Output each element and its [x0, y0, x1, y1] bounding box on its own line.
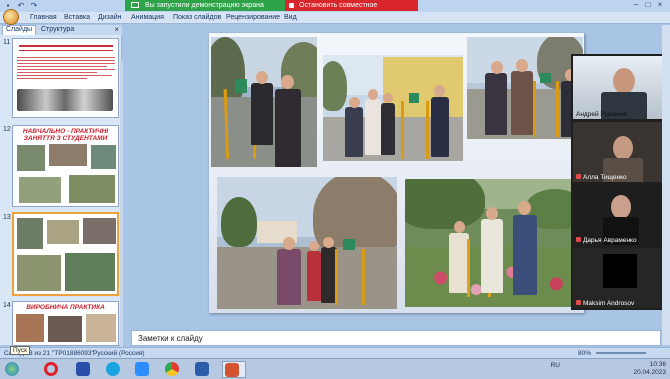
notes-placeholder: Заметки к слайду: [138, 334, 203, 343]
clock-time[interactable]: 10:36: [626, 361, 666, 368]
ribbon-tabs: Главная Вставка Дизайн Анимация Показ сл…: [0, 9, 670, 25]
participant-tile[interactable]: Алла Тищенко: [573, 122, 666, 182]
slide-scrollbar[interactable]: [662, 25, 670, 345]
save-disk-icon[interactable]: [74, 361, 92, 378]
taskbar: RU 10:36 20.04.2023: [0, 358, 670, 379]
photo-surveying-4: [217, 177, 397, 309]
participant-name: Дарья Авраменко: [576, 237, 637, 244]
share-notice-text: Вы запустили демонстрацию экрана: [145, 2, 264, 9]
tab-review[interactable]: Рецензирование: [226, 14, 280, 21]
tab-outline[interactable]: Структура: [38, 26, 77, 33]
title-bar: ▪ ↶ ↷ Вы запустили демонстрацию экрана О…: [0, 0, 670, 20]
tab-animation[interactable]: Анимация: [131, 14, 164, 21]
powerpoint-window: ▪ ↶ ↷ Вы запустили демонстрацию экрана О…: [0, 0, 670, 379]
stop-sharing-button[interactable]: Остановить совместное использование: [285, 0, 418, 20]
close-icon[interactable]: ×: [654, 0, 666, 9]
window-controls: – □ ×: [630, 0, 666, 11]
start-tooltip: Пуск: [10, 346, 30, 355]
chrome-icon[interactable]: [163, 361, 181, 378]
language-indicator[interactable]: Русский (Россия): [93, 350, 145, 357]
slide-thumbnail-title: ВИРОБНИЧА ПРАКТИКА: [26, 304, 105, 311]
tab-view[interactable]: Вид: [284, 14, 297, 21]
slide-editor: [124, 25, 584, 330]
office-button[interactable]: [3, 9, 19, 25]
tab-home[interactable]: Главная: [30, 14, 57, 21]
slide-number: 11: [3, 39, 11, 46]
video-conference-panel: Андрей Романча Алла Тищенко Дарья Авраме…: [571, 54, 668, 310]
current-slide[interactable]: [209, 33, 584, 313]
redo-icon[interactable]: ↷: [29, 1, 39, 11]
tab-slides[interactable]: Слайды: [2, 25, 37, 35]
tab-design[interactable]: Дизайн: [98, 14, 122, 21]
pane-tabs: Слайды Структура ×: [0, 25, 122, 35]
opera-icon[interactable]: [42, 361, 60, 378]
slide-number: 13: [3, 214, 11, 221]
status-bar: Слайд 13 из 21 "TP01886093" Русский (Рос…: [0, 347, 670, 358]
powerpoint-taskbar-icon[interactable]: [222, 361, 246, 378]
participant-name: Maksim Androsov: [576, 300, 634, 307]
zoom-level[interactable]: 80%: [578, 350, 591, 357]
zoom-slider[interactable]: [596, 352, 646, 354]
theme-name: "TP01886093": [52, 350, 94, 357]
word-icon[interactable]: [193, 361, 211, 378]
slides-pane: Слайды Структура × 11 12 НАВЧАЛЬНО - ПРА…: [0, 25, 123, 365]
slide-thumbnail-13[interactable]: [12, 212, 119, 296]
minimize-icon[interactable]: –: [630, 0, 642, 9]
clock-date[interactable]: 20.04.2023: [626, 369, 666, 376]
slide-thumbnail-12[interactable]: НАВЧАЛЬНО - ПРАКТИЧНІ ЗАНЯТТЯ З СТУДЕНТА…: [12, 125, 119, 207]
participant-name: Алла Тищенко: [576, 174, 627, 181]
screen-share-notice: Вы запустили демонстрацию экрана: [125, 0, 285, 11]
avatar: [603, 254, 637, 288]
slide-thumbnail-11[interactable]: [12, 38, 119, 118]
skype-icon[interactable]: [104, 361, 122, 378]
tab-insert[interactable]: Вставка: [64, 14, 90, 21]
maximize-icon[interactable]: □: [642, 0, 654, 9]
mic-off-icon: [576, 174, 581, 179]
screen-share-icon: [131, 2, 139, 8]
start-button[interactable]: [3, 361, 21, 378]
participant-tile[interactable]: Maksim Androsov: [573, 248, 666, 308]
slide-number: 14: [3, 302, 11, 309]
participant-name: Андрей Романча: [576, 111, 627, 118]
slide-thumbnail-14[interactable]: ВИРОБНИЧА ПРАКТИКА: [12, 301, 119, 346]
close-icon[interactable]: ×: [114, 25, 119, 34]
photo-surveying-3: [467, 37, 583, 139]
stop-icon: [289, 3, 294, 8]
mic-off-icon: [576, 237, 581, 242]
photo-surveying-2: [323, 55, 463, 161]
participant-tile[interactable]: Андрей Романча: [573, 56, 666, 119]
mic-off-icon: [576, 300, 581, 305]
notes-pane[interactable]: Заметки к слайду: [131, 330, 661, 346]
slides-scrollbar[interactable]: [120, 60, 123, 365]
tab-slideshow[interactable]: Показ слайдов: [173, 14, 221, 21]
participant-tile[interactable]: Дарья Авраменко: [573, 185, 666, 245]
slide-thumbnail-title: НАВЧАЛЬНО - ПРАКТИЧНІ ЗАНЯТТЯ З СТУДЕНТА…: [22, 128, 109, 142]
photo-surveying-1: [211, 37, 317, 167]
photo-surveying-5: [405, 179, 583, 307]
zoom-app-icon[interactable]: [133, 361, 151, 378]
slide-number: 12: [3, 126, 11, 133]
undo-icon[interactable]: ↶: [16, 1, 26, 11]
language-indicator[interactable]: RU: [551, 362, 560, 369]
